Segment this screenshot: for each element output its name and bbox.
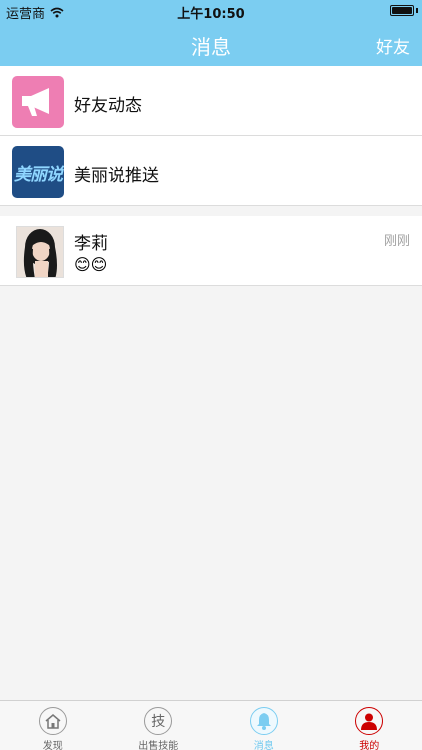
conversation-list: 李莉 😊😊 刚刚 bbox=[0, 216, 422, 286]
navigation-bar: 消息 好友 bbox=[0, 22, 422, 66]
status-bar: 运营商 上午10:50 bbox=[0, 0, 422, 22]
tab-messages[interactable]: 消息 bbox=[211, 701, 317, 750]
status-time: 上午10:50 bbox=[177, 7, 245, 22]
bell-icon bbox=[249, 707, 278, 735]
list-item-label: 好友动态 bbox=[74, 96, 142, 116]
tab-mine[interactable]: 我的 bbox=[317, 701, 422, 750]
list-item-label: 美丽说推送 bbox=[74, 166, 159, 186]
skill-icon: 技 bbox=[144, 707, 173, 735]
message-time: 刚刚 bbox=[383, 234, 410, 249]
battery-tip bbox=[416, 8, 418, 13]
system-list: 好友动态 美丽说 美丽说推送 bbox=[0, 66, 422, 206]
tab-discover[interactable]: 发现 bbox=[0, 701, 106, 750]
megaphone-icon bbox=[12, 76, 64, 128]
skill-glyph: 技 bbox=[151, 714, 166, 730]
contact-name: 李莉 bbox=[74, 234, 108, 254]
tab-label: 发现 bbox=[42, 741, 63, 750]
tab-bar: 发现 技 出售技能 消息 我的 bbox=[0, 700, 422, 750]
logo-text: 美丽说 bbox=[14, 164, 63, 185]
list-item-friends-feed[interactable]: 好友动态 bbox=[0, 66, 422, 136]
page-title: 消息 bbox=[191, 35, 231, 59]
meilishuo-logo: 美丽说 bbox=[12, 146, 64, 198]
tab-label: 我的 bbox=[359, 741, 380, 750]
list-item-meilishuo-push[interactable]: 美丽说 美丽说推送 bbox=[0, 136, 422, 206]
user-icon bbox=[355, 707, 384, 735]
home-icon bbox=[38, 707, 67, 735]
conversation-row[interactable]: 李莉 😊😊 刚刚 bbox=[0, 216, 422, 286]
last-message: 😊😊 bbox=[74, 255, 108, 274]
battery-icon bbox=[390, 5, 414, 16]
tab-label: 出售技能 bbox=[138, 741, 179, 750]
user-avatar bbox=[16, 226, 64, 278]
tab-sell-skills[interactable]: 技 出售技能 bbox=[106, 701, 212, 750]
tab-label: 消息 bbox=[253, 741, 274, 750]
friends-button[interactable]: 好友 bbox=[376, 33, 410, 58]
